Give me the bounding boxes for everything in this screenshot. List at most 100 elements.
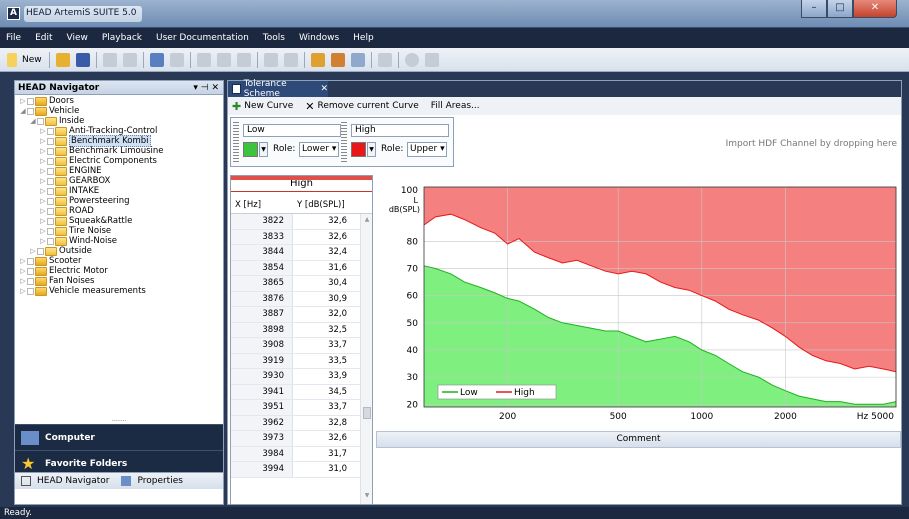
cell-y[interactable]: 34,5 (293, 385, 355, 400)
cell-y[interactable]: 30,9 (293, 292, 355, 307)
table-row[interactable]: 3984 31,7 (231, 446, 372, 462)
cell-x[interactable]: 3962 (231, 415, 293, 430)
cell-y[interactable]: 33,5 (293, 354, 355, 369)
cell-x[interactable]: 3854 (231, 260, 293, 275)
drag-handle[interactable] (233, 122, 239, 162)
collapsed-arrow-icon[interactable]: ▷ (39, 166, 47, 176)
cell-y[interactable]: 30,4 (293, 276, 355, 291)
close-icon[interactable]: ✕ (853, 0, 897, 18)
print-preview-icon[interactable] (122, 52, 137, 67)
computer-button[interactable]: Computer (15, 424, 223, 450)
minimize-icon[interactable]: – (801, 0, 827, 18)
chevron-down-icon[interactable]: ▼ (259, 142, 268, 157)
calc-icon[interactable] (310, 52, 325, 67)
cell-y[interactable]: 32,0 (293, 307, 355, 322)
cell-x[interactable]: 3984 (231, 446, 293, 461)
tree-item[interactable]: ▷ GEARBOX (15, 176, 223, 186)
tree-item[interactable]: ▷ Squeak&Rattle (15, 216, 223, 226)
list-icon[interactable] (424, 52, 439, 67)
cell-x[interactable]: 3898 (231, 322, 293, 337)
checkbox[interactable] (27, 277, 34, 285)
cell-y[interactable]: 33,7 (293, 400, 355, 415)
checkbox[interactable] (27, 257, 34, 265)
tab-properties[interactable]: Properties (115, 476, 188, 486)
table-row[interactable]: 3919 33,5 (231, 353, 372, 369)
delete-icon[interactable] (283, 52, 298, 67)
tree-item[interactable]: ▷ Outside (15, 246, 223, 256)
collapsed-arrow-icon[interactable]: ▷ (19, 256, 27, 266)
table-row[interactable]: 3833 32,6 (231, 229, 372, 245)
cell-x[interactable]: 3865 (231, 276, 293, 291)
checkbox[interactable] (47, 187, 54, 195)
undo-icon[interactable] (149, 52, 164, 67)
tree-item[interactable]: ▷ Electric Motor (15, 266, 223, 276)
cell-y[interactable]: 32,6 (293, 431, 355, 446)
fill-areas-button[interactable]: Fill Areas... (431, 101, 480, 111)
checkbox[interactable] (47, 177, 54, 185)
collapsed-arrow-icon[interactable]: ▷ (19, 266, 27, 276)
table-row[interactable]: 3941 34,5 (231, 384, 372, 400)
tab-tolerance-scheme[interactable]: Tolerance Scheme ✕ (228, 79, 328, 99)
collapsed-arrow-icon[interactable]: ▷ (39, 156, 47, 166)
tree-item[interactable]: ▷ Benchmark Kombi (15, 135, 223, 147)
table-row[interactable]: 3898 32,5 (231, 322, 372, 338)
table-row[interactable]: 3994 31,0 (231, 462, 372, 478)
drag-handle[interactable] (341, 122, 347, 162)
collapsed-arrow-icon[interactable]: ▷ (19, 96, 27, 106)
cell-x[interactable]: 3844 (231, 245, 293, 260)
menu-item-user-documentation[interactable]: User Documentation (156, 33, 249, 43)
paste-icon[interactable] (236, 52, 251, 67)
tree-item[interactable]: ▷ Electric Components (15, 156, 223, 166)
cell-y[interactable]: 33,9 (293, 369, 355, 384)
table-row[interactable]: 3962 32,8 (231, 415, 372, 431)
copy-icon[interactable] (216, 52, 231, 67)
menu-item-playback[interactable]: Playback (102, 33, 142, 43)
tree-item[interactable]: ▷ Doors (15, 96, 223, 106)
table-scrollbar[interactable]: ▲ ▼ (360, 214, 372, 504)
menu-item-file[interactable]: File (6, 33, 21, 43)
collapsed-arrow-icon[interactable]: ▷ (39, 146, 47, 156)
cell-y[interactable]: 31,6 (293, 261, 355, 276)
tree-item[interactable]: ▷ Wind-Noise (15, 236, 223, 246)
checkbox[interactable] (27, 107, 34, 115)
play-icon[interactable] (377, 52, 392, 67)
checkbox[interactable] (47, 227, 54, 235)
checkbox[interactable] (47, 197, 54, 205)
checkbox[interactable] (47, 127, 54, 135)
collapsed-arrow-icon[interactable]: ▷ (29, 246, 37, 256)
checkbox[interactable] (27, 97, 34, 105)
scroll-down-icon[interactable]: ▼ (361, 492, 373, 502)
save-icon[interactable] (75, 52, 90, 67)
cell-x[interactable]: 3973 (231, 431, 293, 446)
redo-icon[interactable] (169, 52, 184, 67)
tree-item[interactable]: ◢ Vehicle (15, 106, 223, 116)
checkbox[interactable] (37, 117, 44, 125)
cell-x[interactable]: 3930 (231, 369, 293, 384)
collapsed-arrow-icon[interactable]: ▷ (39, 206, 47, 216)
cell-x[interactable]: 3908 (231, 338, 293, 353)
tree-item[interactable]: ▷ ROAD (15, 206, 223, 216)
checkbox[interactable] (27, 287, 34, 295)
cell-y[interactable]: 31,7 (293, 447, 355, 462)
cell-y[interactable]: 32,4 (293, 245, 355, 260)
cell-x[interactable]: 3876 (231, 291, 293, 306)
table-row[interactable]: 3951 33,7 (231, 400, 372, 416)
cell-x[interactable]: 3822 (231, 214, 293, 229)
checkbox[interactable] (47, 167, 54, 175)
menu-item-view[interactable]: View (67, 33, 88, 43)
cell-y[interactable]: 32,6 (293, 230, 355, 245)
checkbox[interactable] (27, 267, 34, 275)
cell-x[interactable]: 3833 (231, 229, 293, 244)
table-row[interactable]: 3930 33,9 (231, 369, 372, 385)
pool-icon[interactable] (330, 52, 345, 67)
collapsed-arrow-icon[interactable]: ▷ (39, 196, 47, 206)
scroll-thumb[interactable] (363, 407, 371, 419)
table-row[interactable]: 3908 33,7 (231, 338, 372, 354)
checkbox[interactable] (47, 147, 54, 155)
window-icon[interactable] (350, 52, 365, 67)
tree-item[interactable]: ◢ Inside (15, 116, 223, 126)
collapsed-arrow-icon[interactable]: ▷ (39, 186, 47, 196)
collapsed-arrow-icon[interactable]: ▷ (39, 226, 47, 236)
chevron-down-icon[interactable]: ▼ (367, 142, 376, 157)
collapsed-arrow-icon[interactable]: ▷ (19, 276, 27, 286)
